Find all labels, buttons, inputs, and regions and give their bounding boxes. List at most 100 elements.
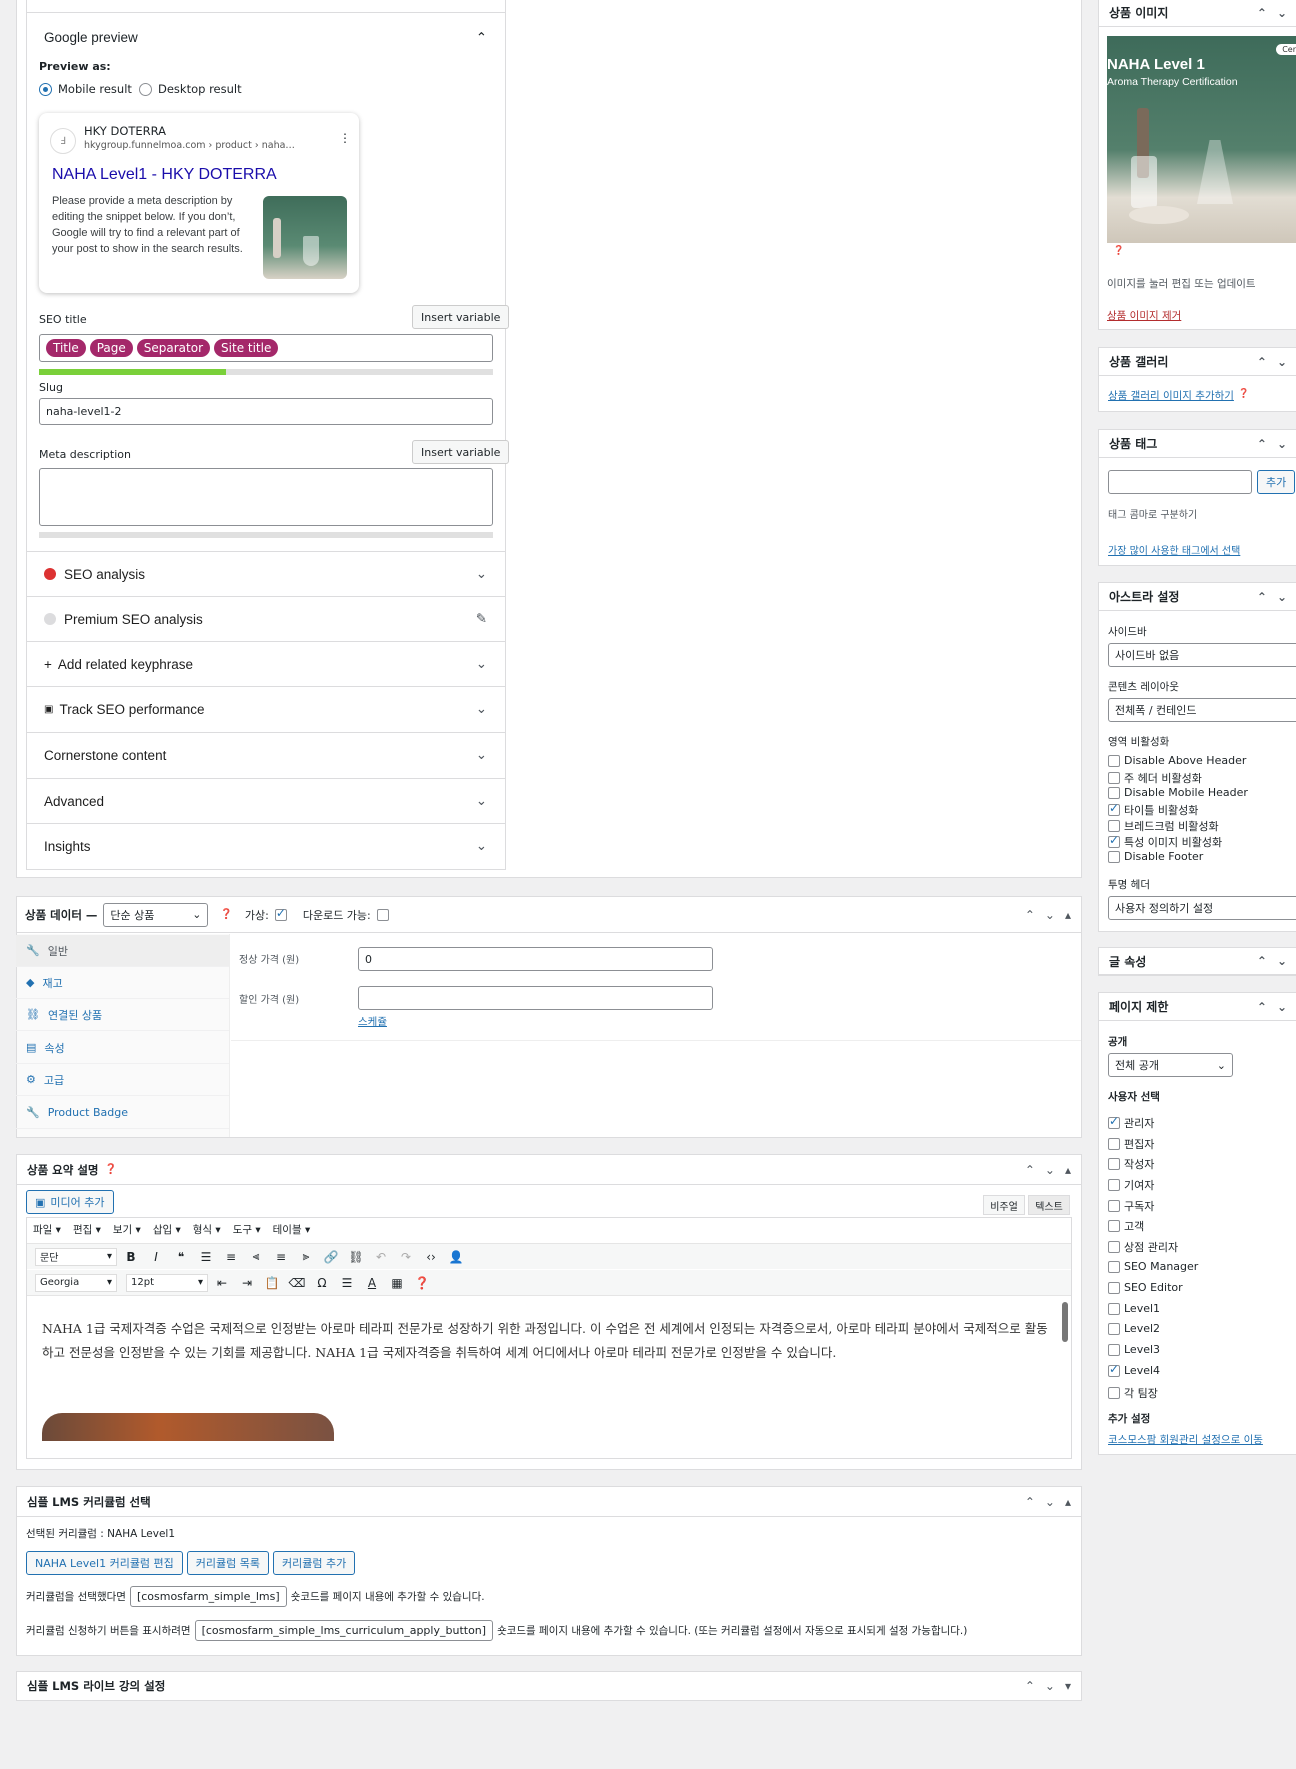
disable-breadcrumb[interactable]: 브레드크럼 비활성화 <box>1108 818 1219 834</box>
italic-icon[interactable]: I <box>145 1246 167 1268</box>
chevron-up-icon[interactable]: ⌃ <box>1025 1495 1035 1509</box>
box-controls[interactable]: ⌃ ⌄ <box>1257 437 1287 451</box>
bold-icon[interactable]: B <box>120 1246 142 1268</box>
more-vert-icon[interactable]: ⋮ <box>339 131 351 145</box>
insert-variable-button-2[interactable]: Insert variable <box>412 440 510 464</box>
align-center-icon[interactable]: ≡ <box>270 1246 292 1268</box>
separator-pill[interactable]: Separator <box>136 339 211 357</box>
checkbox[interactable] <box>1108 1387 1120 1399</box>
user-shop-manager[interactable]: 상점 관리자 <box>1108 1239 1178 1255</box>
unlink-icon[interactable]: ⛓ <box>345 1246 367 1268</box>
disable-mobile-header[interactable]: Disable Mobile Header <box>1108 786 1248 799</box>
checkbox[interactable] <box>1108 1241 1120 1253</box>
redo-icon[interactable]: ↷ <box>395 1246 417 1268</box>
chevron-up-icon[interactable]: ⌃ <box>1257 355 1267 369</box>
gallery-add-link[interactable]: 상품 갤러리 이미지 추가하기 <box>1108 388 1234 403</box>
product-image[interactable]: NAHA Level 1 Aroma Therapy Certification… <box>1107 36 1296 243</box>
disable-title[interactable]: 타이틀 비활성화 <box>1108 801 1198 818</box>
tab-attributes[interactable]: ▤ 속성 <box>16 1032 229 1064</box>
remove-image-link[interactable]: 상품 이미지 제거 <box>1107 308 1181 323</box>
panel-controls[interactable]: ⌃ ⌄ ▴ <box>1025 1495 1071 1509</box>
related-keyphrase-section[interactable]: + Add related keyphrase ⌄ <box>26 641 505 686</box>
menu-edit[interactable]: 편집 ▾ <box>73 1222 101 1237</box>
tags-input[interactable] <box>1108 470 1252 494</box>
schedule-link[interactable]: 스케쥴 <box>358 1014 387 1029</box>
editor-body[interactable]: NAHA 1급 국제자격증 수업은 국제적으로 인정받는 아로마 테라피 전문가… <box>42 1317 1056 1365</box>
checkbox[interactable] <box>1108 1302 1120 1315</box>
product-type-select[interactable]: 단순 상품 ⌄ <box>103 902 209 927</box>
chevron-down-icon[interactable]: ⌄ <box>1045 1495 1055 1509</box>
checkbox[interactable] <box>1108 850 1120 863</box>
user-team-lead[interactable]: 각 팀장 <box>1108 1385 1158 1401</box>
bullet-list-icon[interactable]: ☰ <box>195 1246 217 1268</box>
blockquote-icon[interactable]: ❝ <box>170 1246 192 1268</box>
edit-curriculum-button[interactable]: NAHA Level1 커리큘럼 편집 <box>26 1551 183 1575</box>
checkbox[interactable] <box>1108 1260 1120 1273</box>
public-select[interactable]: 전체 공개 ⌄ <box>1108 1053 1233 1077</box>
checkbox[interactable] <box>1108 786 1120 799</box>
user-icon[interactable]: 👤 <box>445 1246 467 1268</box>
sidebar-select[interactable]: 사이드바 없음 <box>1108 643 1296 667</box>
add-media-button[interactable]: ▣ 미디어 추가 <box>26 1190 114 1214</box>
menu-format[interactable]: 형식 ▾ <box>193 1222 221 1237</box>
checkbox[interactable] <box>1108 1179 1120 1191</box>
checkbox[interactable] <box>1108 1322 1120 1335</box>
chevron-up-icon[interactable]: ⌃ <box>1257 437 1267 451</box>
transparent-select[interactable]: 사용자 정의하기 설정 <box>1108 896 1296 920</box>
user-contributor[interactable]: 기여자 <box>1108 1177 1154 1193</box>
toggle-icon[interactable]: ▴ <box>1065 1495 1071 1509</box>
chevron-up-icon[interactable]: ⌃ <box>1025 908 1035 922</box>
insert-variable-button[interactable]: Insert variable <box>412 305 510 329</box>
omega-icon[interactable]: Ω <box>311 1272 333 1294</box>
editor-scrollbar[interactable] <box>1062 1302 1068 1342</box>
toggle-icon[interactable]: ▴ <box>1065 908 1071 922</box>
layout-select[interactable]: 전체폭 / 컨테인드 <box>1108 698 1296 722</box>
eraser-icon[interactable]: ⌫ <box>286 1272 308 1294</box>
user-editor[interactable]: 편집자 <box>1108 1136 1154 1152</box>
checkbox[interactable] <box>1108 1114 1120 1129</box>
regular-price-input[interactable]: 0 <box>358 947 713 971</box>
checkbox[interactable] <box>1108 754 1120 767</box>
menu-view[interactable]: 보기 ▾ <box>113 1222 141 1237</box>
user-level1[interactable]: Level1 <box>1108 1302 1160 1315</box>
chevron-down-icon[interactable]: ⌄ <box>1045 1679 1055 1693</box>
panel-controls[interactable]: ⌃ ⌄ ▴ <box>1025 908 1071 922</box>
disable-featured-image[interactable]: 특성 이미지 비활성화 <box>1108 833 1222 850</box>
seo-analysis-section[interactable]: SEO analysis ⌄ <box>26 551 505 596</box>
chevron-up-icon[interactable]: ⌃ <box>1025 1679 1035 1693</box>
disable-above-header[interactable]: Disable Above Header <box>1108 754 1246 767</box>
tab-visual[interactable]: 비주얼 <box>983 1195 1025 1215</box>
disable-main-header[interactable]: 주 헤더 비활성화 <box>1108 770 1202 786</box>
checkbox[interactable] <box>1108 1138 1120 1150</box>
google-preview-header[interactable]: Google preview ⌃ <box>26 12 505 62</box>
size-select[interactable]: 12pt ▾ <box>126 1273 208 1292</box>
chevron-up-icon[interactable]: ⌃ <box>1257 1000 1267 1014</box>
user-level3[interactable]: Level3 <box>1108 1343 1160 1356</box>
undo-icon[interactable]: ↶ <box>370 1246 392 1268</box>
chevron-down-icon[interactable]: ⌄ <box>1277 437 1287 451</box>
chevron-down-icon[interactable]: ⌄ <box>1277 954 1287 968</box>
user-admin[interactable]: 관리자 <box>1108 1114 1154 1131</box>
user-customer[interactable]: 고객 <box>1108 1218 1144 1234</box>
slug-input[interactable]: naha-level1-2 <box>39 398 493 425</box>
code-icon[interactable]: ‹› <box>420 1246 442 1268</box>
user-seo-manager[interactable]: SEO Manager <box>1108 1260 1198 1273</box>
indent-icon[interactable]: ⇥ <box>236 1272 258 1294</box>
chevron-up-icon[interactable]: ⌃ <box>1257 590 1267 604</box>
downloadable-checkbox[interactable] <box>376 908 389 921</box>
sale-price-input[interactable] <box>358 986 713 1010</box>
checkbox[interactable] <box>1108 1281 1120 1294</box>
align-left-icon[interactable]: ⫷ <box>245 1246 267 1268</box>
table-icon[interactable]: ▦ <box>386 1272 408 1294</box>
user-level4[interactable]: Level4 <box>1108 1362 1160 1377</box>
box-controls[interactable]: ⌃ ⌄ <box>1257 1000 1287 1014</box>
user-seo-editor[interactable]: SEO Editor <box>1108 1281 1183 1294</box>
shortcode-2-input[interactable]: [cosmosfarm_simple_lms_curriculum_apply_… <box>194 1620 494 1641</box>
checkbox[interactable] <box>1108 772 1120 784</box>
tags-add-button[interactable]: 추가 <box>1257 470 1296 494</box>
format-select[interactable]: 문단 ▾ <box>35 1247 117 1266</box>
chevron-up-icon[interactable]: ⌃ <box>1257 6 1267 20</box>
checkbox[interactable] <box>1108 833 1120 848</box>
outdent-icon[interactable]: ⇤ <box>211 1272 233 1294</box>
chevron-down-icon[interactable]: ⌄ <box>1277 590 1287 604</box>
